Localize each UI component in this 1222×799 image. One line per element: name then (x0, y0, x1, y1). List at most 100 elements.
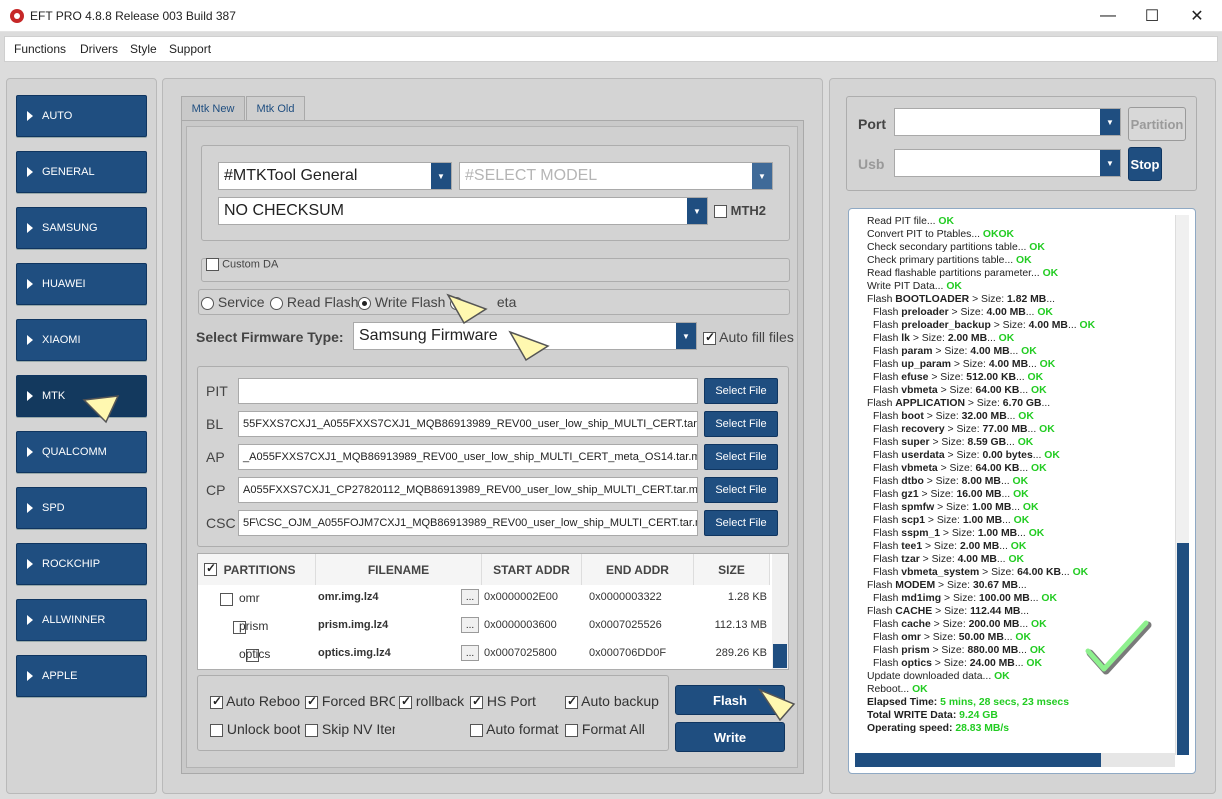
auto-fill-checkbox[interactable]: Auto fill files (703, 329, 794, 345)
skip-nv-option[interactable]: Skip NV Items (305, 721, 395, 737)
tool-select[interactable]: #MTKTool General ▼ (218, 162, 452, 190)
log-vertical-scrollbar[interactable] (1175, 215, 1189, 755)
col-end-addr[interactable]: END ADDR (582, 554, 694, 585)
menu-support[interactable]: Support (169, 42, 211, 56)
stop-button[interactable]: Stop (1128, 147, 1162, 181)
tab-mtk-new[interactable]: Mtk New (181, 96, 245, 120)
forced-brom-option[interactable]: Forced BROM (305, 693, 395, 709)
sidebar-item-xiaomi[interactable]: XIAOMI (16, 319, 147, 361)
log-size: 112.44 MB (970, 606, 1021, 617)
col-filename[interactable]: FILENAME (316, 554, 482, 585)
log-line: Flash md1img > Size: 100.00 MB... OK (867, 592, 1177, 605)
port-select[interactable]: ▼ (894, 108, 1121, 136)
mode-read-flash[interactable]: Read Flash (270, 294, 358, 310)
select-file-button-bl[interactable]: Select File (704, 411, 778, 437)
caret-right-icon (27, 335, 33, 345)
table-scroll-thumb[interactable] (773, 644, 787, 668)
log-pre: Flash (873, 515, 902, 526)
write-button[interactable]: Write (675, 722, 785, 752)
close-button[interactable]: ✕ (1174, 0, 1220, 32)
checkbox (210, 723, 223, 737)
hs-port-option[interactable]: HS Port (470, 693, 550, 709)
sidebar-item-huawei[interactable]: HUAWEI (16, 263, 147, 305)
browse-partition-button[interactable]: ... (461, 589, 479, 605)
format-all-option[interactable]: Format All (565, 721, 665, 737)
log-line: Flash vbmeta_system > Size: 64.00 KB... … (867, 566, 1177, 579)
select-file-button-pit[interactable]: Select File (704, 378, 778, 404)
col-start-addr[interactable]: START ADDR (482, 554, 582, 585)
partition-name: omr (239, 591, 260, 605)
auto-backup-option[interactable]: Auto backup (565, 693, 665, 709)
log-post: ... (1032, 450, 1045, 461)
menu-drivers[interactable]: Drivers (80, 42, 118, 56)
mode-service[interactable]: Service (201, 294, 265, 310)
model-select[interactable]: #SELECT MODEL ▼ (459, 162, 773, 190)
unlock-bootloader-option[interactable]: Unlock bootloader (210, 721, 300, 737)
log-name: md1img (901, 593, 942, 604)
log-line: Flash gz1 > Size: 16.00 MB... OK (867, 488, 1177, 501)
checkbox (206, 258, 219, 271)
log-text: > Size: (950, 359, 989, 370)
sidebar-item-spd[interactable]: SPD (16, 487, 147, 529)
log-name: spmfw (901, 502, 935, 513)
log-name: CACHE (895, 606, 933, 617)
menu-style[interactable]: Style (130, 42, 157, 56)
minimize-button[interactable]: — (1085, 0, 1131, 32)
log-post: ... (1029, 593, 1042, 604)
log-line: Operating speed: 28.83 MB/s (867, 722, 1177, 735)
mth2-checkbox[interactable]: MTH2 (714, 203, 766, 219)
caret-right-icon (27, 167, 33, 177)
select-file-button-csc[interactable]: Select File (704, 510, 778, 536)
select-file-button-cp[interactable]: Select File (704, 477, 778, 503)
checksum-select[interactable]: NO CHECKSUM ▼ (218, 197, 708, 225)
select-file-button-ap[interactable]: Select File (704, 444, 778, 470)
partition-button[interactable]: Partition (1128, 107, 1186, 141)
custom-da-checkbox[interactable]: Custom DA (206, 258, 278, 271)
file-path-pit[interactable] (238, 378, 698, 404)
browse-partition-button[interactable]: ... (461, 645, 479, 661)
col-partitions[interactable]: PARTITIONS (198, 554, 316, 585)
log-size: 4.00 MB (970, 346, 1010, 357)
file-path-cp[interactable]: A055FXXS7CXJ1_CP27820112_MQB86913989_REV… (238, 477, 698, 503)
col-size[interactable]: SIZE (694, 554, 770, 585)
table-scrollbar[interactable] (772, 554, 788, 669)
mode-write-flash[interactable]: Write Flash (358, 294, 445, 310)
auto-format-option[interactable]: Auto format (470, 721, 559, 737)
log-horizontal-scrollbar[interactable] (855, 753, 1175, 767)
sidebar-item-rockchip[interactable]: ROCKCHIP (16, 543, 147, 585)
log-status: OK (1044, 450, 1060, 461)
menu-functions[interactable]: Functions (14, 42, 66, 56)
sidebar-item-apple[interactable]: APPLE (16, 655, 147, 697)
auto-reboot-option[interactable]: Auto Reboot (210, 693, 300, 709)
file-path-bl[interactable]: 55FXXS7CXJ1_A055FXXS7CXJ1_MQB86913989_RE… (238, 411, 698, 437)
log-size: 4.00 MB (988, 359, 1029, 370)
chevron-down-icon: ▼ (687, 198, 707, 224)
sidebar-item-samsung[interactable]: SAMSUNG (16, 207, 147, 249)
log-pre: Flash (873, 593, 902, 604)
log-text: Read flashable partitions parameter... (867, 268, 1043, 279)
log-horizontal-scroll-thumb[interactable] (855, 753, 1101, 767)
checkbox (305, 694, 318, 709)
partition-checkbox[interactable] (220, 593, 233, 607)
sidebar-item-qualcomm[interactable]: QUALCOMM (16, 431, 147, 473)
sidebar-item-label: ALLWINNER (42, 614, 106, 626)
file-path-ap[interactable]: _A055FXXS7CXJ1_MQB86913989_REV00_user_lo… (238, 444, 698, 470)
file-path-csc[interactable]: 5F\CSC_OJM_A055FOJM7CXJ1_MQB86913989_REV… (238, 510, 698, 536)
browse-partition-button[interactable]: ... (461, 617, 479, 633)
log-pre: Flash (867, 398, 896, 409)
log-size: 77.00 MB (982, 424, 1028, 435)
sidebar-item-label: GENERAL (42, 166, 95, 178)
sidebar-item-auto[interactable]: AUTO (16, 95, 147, 137)
log-line: Reboot... OK (867, 683, 1177, 696)
tab-mtk-old[interactable]: Mtk Old (246, 96, 305, 120)
auto-backup-label: Auto backup (581, 693, 659, 709)
log-vertical-scroll-thumb[interactable] (1177, 543, 1189, 755)
log-text: > Size: (929, 437, 968, 448)
sidebar-item-allwinner[interactable]: ALLWINNER (16, 599, 147, 641)
log-text: > Size: (941, 593, 979, 604)
log-status: OK (1017, 437, 1034, 448)
maximize-button[interactable]: ☐ (1129, 0, 1175, 32)
usb-select[interactable]: ▼ (894, 149, 1121, 177)
sidebar-item-general[interactable]: GENERAL (16, 151, 147, 193)
rollback-option[interactable]: rollback (399, 693, 469, 709)
